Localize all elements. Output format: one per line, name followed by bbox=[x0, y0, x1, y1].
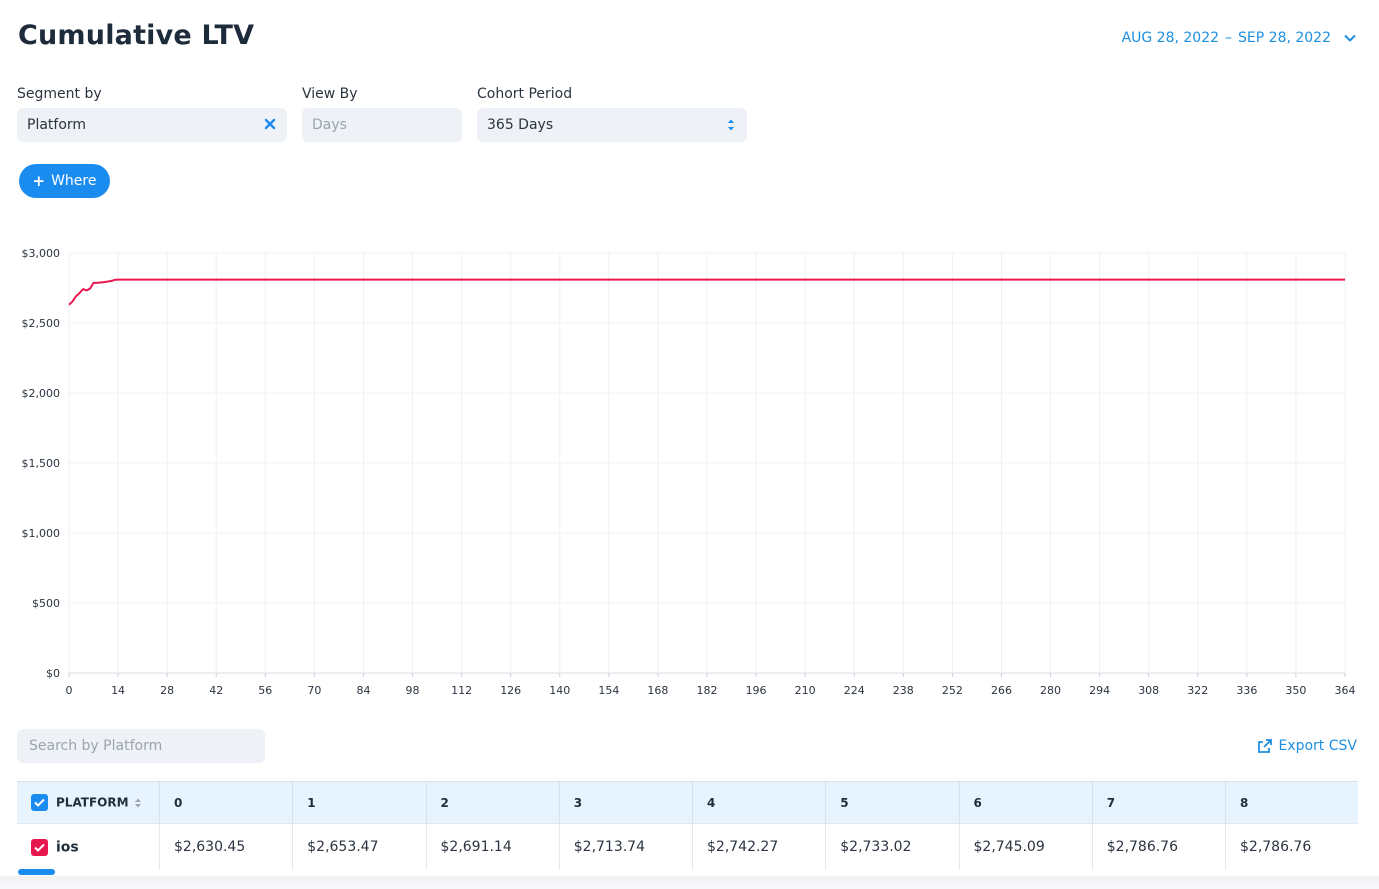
platform-header-label: PLATFORM bbox=[56, 795, 129, 810]
horizontal-scrollbar[interactable] bbox=[18, 869, 55, 875]
y-tick-label: $3,000 bbox=[22, 247, 61, 260]
x-tick-label: 238 bbox=[893, 684, 914, 697]
x-tick-label: 336 bbox=[1236, 684, 1257, 697]
x-tick-label: 14 bbox=[111, 684, 125, 697]
table-cell: $2,786.76 bbox=[1092, 823, 1227, 870]
x-tick-label: 196 bbox=[746, 684, 767, 697]
view-by-select[interactable]: Days bbox=[302, 108, 462, 142]
column-header: 5 bbox=[825, 781, 960, 824]
date-start: AUG 28, 2022 bbox=[1121, 30, 1220, 46]
table-row: ios $2,630.45 $2,653.47 $2,691.14 $2,713… bbox=[17, 823, 1358, 870]
x-tick-label: 252 bbox=[942, 684, 963, 697]
y-tick-label: $500 bbox=[32, 597, 60, 610]
check-icon bbox=[34, 843, 45, 852]
check-icon bbox=[34, 798, 45, 807]
table-cell: $2,786.76 bbox=[1225, 823, 1358, 870]
column-header: 7 bbox=[1092, 781, 1227, 824]
x-tick-label: 98 bbox=[406, 684, 420, 697]
segment-by-value: Platform bbox=[27, 117, 87, 133]
y-axis-ticks: $0 $500 $1,000 $1,500 $2,000 $2,500 $3,000 bbox=[22, 247, 61, 680]
column-header: 8 bbox=[1225, 781, 1358, 824]
chart-grid bbox=[68, 252, 1346, 677]
x-tick-label: 70 bbox=[307, 684, 321, 697]
ltv-line-chart: $0 $500 $1,000 $1,500 $2,000 $2,500 $3,000 0 14… bbox=[22, 247, 1356, 697]
export-csv-label: Export CSV bbox=[1278, 738, 1357, 754]
cohort-period-label: Cohort Period bbox=[477, 86, 573, 102]
view-by-placeholder: Days bbox=[312, 117, 347, 133]
export-icon bbox=[1258, 738, 1273, 753]
view-by-label: View By bbox=[302, 86, 358, 102]
x-tick-label: 56 bbox=[258, 684, 272, 697]
page-title: Cumulative LTV bbox=[18, 20, 255, 51]
x-tick-label: 280 bbox=[1040, 684, 1061, 697]
x-tick-label: 168 bbox=[647, 684, 668, 697]
x-tick-label: 308 bbox=[1138, 684, 1159, 697]
table-cell: $2,713.74 bbox=[559, 823, 694, 870]
segment-by-label: Segment by bbox=[17, 86, 102, 102]
table-cell: $2,733.02 bbox=[825, 823, 960, 870]
column-header: 3 bbox=[559, 781, 694, 824]
x-tick-label: 294 bbox=[1089, 684, 1110, 697]
x-tick-label: 350 bbox=[1285, 684, 1306, 697]
column-header: 0 bbox=[159, 781, 294, 824]
y-tick-label: $0 bbox=[46, 667, 60, 680]
x-tick-label: 266 bbox=[991, 684, 1012, 697]
x-tick-label: 42 bbox=[209, 684, 223, 697]
platform-column-header[interactable]: PLATFORM bbox=[17, 781, 160, 824]
search-platform-input[interactable] bbox=[17, 729, 265, 763]
table-cell: $2,630.45 bbox=[159, 823, 294, 870]
y-tick-label: $1,000 bbox=[22, 527, 61, 540]
x-tick-label: 126 bbox=[500, 684, 521, 697]
bottom-edge bbox=[0, 876, 1379, 889]
x-tick-label: 224 bbox=[844, 684, 865, 697]
x-tick-label: 210 bbox=[795, 684, 816, 697]
cohort-period-value: 365 Days bbox=[487, 117, 554, 133]
x-tick-label: 364 bbox=[1335, 684, 1356, 697]
x-axis-ticks: 0 14 28 42 56 70 84 98 112 126 140 154 168 182 196 210 2… bbox=[66, 684, 1356, 697]
x-tick-label: 322 bbox=[1187, 684, 1208, 697]
sort-icon[interactable] bbox=[134, 797, 142, 809]
x-tick-label: 28 bbox=[160, 684, 174, 697]
y-tick-label: $2,000 bbox=[22, 387, 61, 400]
table-header-row: PLATFORM 0 1 2 3 4 5 6 7 8 bbox=[17, 781, 1358, 824]
column-header: 6 bbox=[959, 781, 1093, 824]
cohort-period-select[interactable]: 365 Days bbox=[477, 108, 747, 142]
table-cell: $2,742.27 bbox=[692, 823, 827, 870]
close-icon[interactable] bbox=[263, 117, 277, 131]
column-header: 1 bbox=[292, 781, 427, 824]
table-cell: $2,745.09 bbox=[959, 823, 1093, 870]
platform-cell: ios bbox=[17, 823, 160, 870]
date-separator: – bbox=[1225, 30, 1233, 46]
sort-updown-icon bbox=[728, 119, 734, 131]
add-where-button[interactable]: + Where bbox=[19, 164, 110, 198]
table-cell: $2,691.14 bbox=[426, 823, 560, 870]
date-end: SEP 28, 2022 bbox=[1238, 30, 1331, 46]
x-tick-label: 0 bbox=[66, 684, 73, 697]
y-tick-label: $1,500 bbox=[22, 457, 61, 470]
ltv-table: PLATFORM 0 1 2 3 4 5 6 7 8 ios $2,630.45… bbox=[17, 781, 1358, 870]
select-all-checkbox[interactable] bbox=[31, 794, 48, 811]
row-name: ios bbox=[56, 839, 79, 855]
chevron-down-icon bbox=[1344, 34, 1356, 42]
segment-by-select[interactable]: Platform bbox=[17, 108, 287, 142]
row-checkbox[interactable] bbox=[31, 838, 48, 856]
x-tick-label: 112 bbox=[451, 684, 472, 697]
column-header: 4 bbox=[692, 781, 827, 824]
x-tick-label: 154 bbox=[598, 684, 619, 697]
plus-icon: + bbox=[32, 172, 46, 190]
x-tick-label: 140 bbox=[549, 684, 570, 697]
where-button-label: Where bbox=[51, 173, 97, 189]
table-cell: $2,653.47 bbox=[292, 823, 427, 870]
y-tick-label: $2,500 bbox=[22, 317, 61, 330]
x-tick-label: 84 bbox=[356, 684, 370, 697]
date-range-picker[interactable]: AUG 28, 2022 – SEP 28, 2022 bbox=[1122, 30, 1357, 46]
x-tick-label: 182 bbox=[697, 684, 718, 697]
export-csv-button[interactable]: Export CSV bbox=[1257, 738, 1357, 754]
column-header: 2 bbox=[426, 781, 560, 824]
